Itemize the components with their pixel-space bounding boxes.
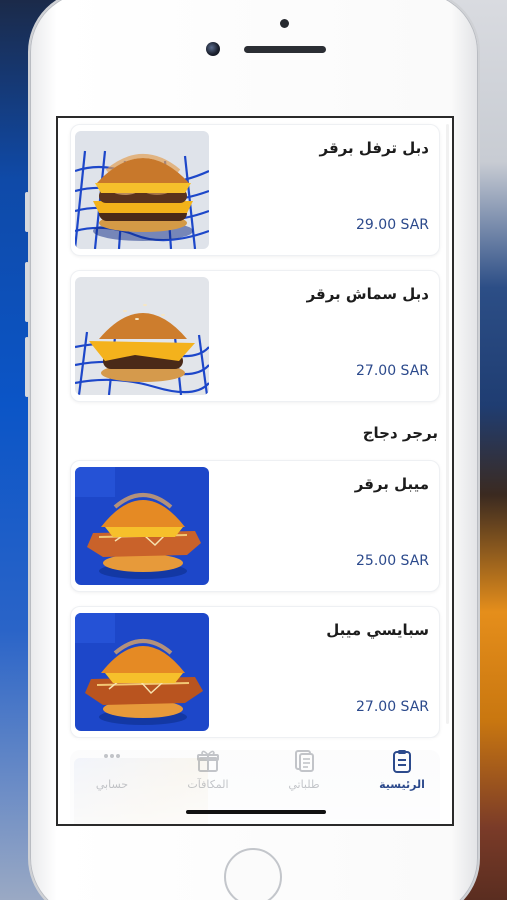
spicy-maple-chicken-burger-photo — [75, 613, 209, 731]
proximity-sensor — [280, 19, 289, 28]
home-button[interactable] — [224, 848, 282, 900]
phone-side-button — [25, 337, 29, 397]
item-name: دبل ترفل برقر — [319, 139, 429, 157]
item-name: سبايسي ميبل — [326, 621, 429, 639]
app-screen: دبل ترفل برقر 29.00 SAR دبل سماش برقر 27… — [56, 116, 454, 826]
item-price: 29.00 SAR — [356, 217, 429, 233]
scrollbar[interactable] — [446, 124, 449, 724]
item-price: 27.00 SAR — [356, 699, 429, 715]
tab-orders[interactable]: طلباتي — [264, 748, 344, 798]
tab-label: الرئيسية — [379, 778, 425, 791]
tab-label: طلباتي — [288, 778, 320, 791]
double-smash-burger-photo — [75, 277, 209, 395]
front-camera — [206, 42, 220, 56]
bottom-tab-bar: الرئيسية طلباتي المكافآت حسابي — [58, 738, 452, 824]
earpiece-speaker — [244, 46, 326, 53]
item-name: دبل سماش برقر — [306, 285, 429, 303]
clipboard-icon — [393, 750, 411, 773]
menu-item-card[interactable]: سبايسي ميبل 27.00 SAR — [70, 606, 440, 738]
section-title: برجر دجاج — [362, 424, 438, 442]
tab-label: المكافآت — [187, 778, 229, 791]
home-indicator — [186, 810, 326, 814]
item-price: 27.00 SAR — [356, 363, 429, 379]
document-icon — [295, 750, 314, 772]
phone-side-button — [25, 262, 29, 322]
more-dots-icon — [104, 754, 120, 758]
maple-chicken-burger-photo — [75, 467, 209, 585]
item-price: 25.00 SAR — [356, 553, 429, 569]
menu-item-card[interactable]: ميبل برقر 25.00 SAR — [70, 460, 440, 592]
tab-home[interactable]: الرئيسية — [362, 748, 442, 798]
menu-item-card[interactable]: دبل سماش برقر 27.00 SAR — [70, 270, 440, 402]
phone-side-button — [25, 192, 29, 232]
menu-item-card[interactable]: دبل ترفل برقر 29.00 SAR — [70, 124, 440, 256]
double-truffle-burger-photo — [75, 131, 209, 249]
item-name: ميبل برقر — [354, 475, 429, 493]
tab-account[interactable]: حسابي — [72, 748, 152, 798]
tab-rewards[interactable]: المكافآت — [168, 748, 248, 798]
gift-icon — [197, 750, 219, 772]
tab-label: حسابي — [95, 778, 129, 791]
